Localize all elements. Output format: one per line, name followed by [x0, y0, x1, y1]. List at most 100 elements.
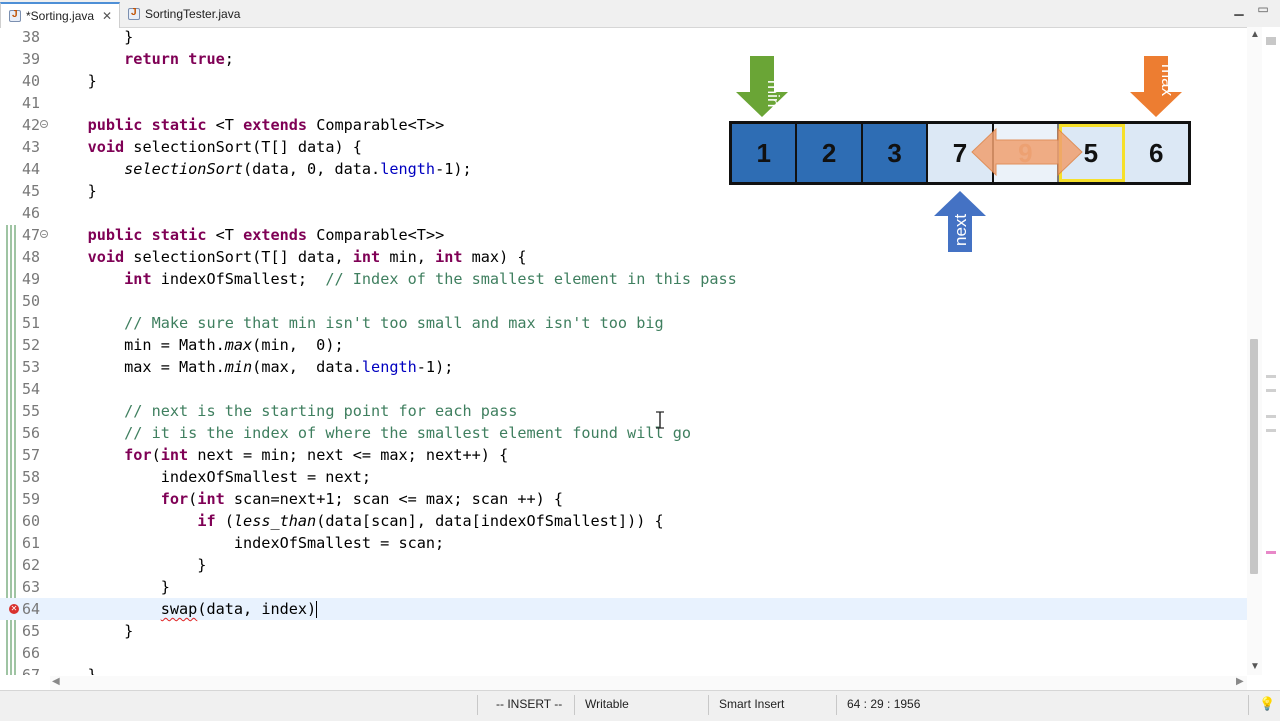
error-marker-icon[interactable]: ✕: [9, 604, 19, 614]
array-cell: 7: [928, 124, 994, 182]
code-line[interactable]: 50: [0, 290, 1262, 312]
tab-label: SortingTester.java: [145, 7, 241, 21]
line-number: 65: [21, 622, 40, 640]
scroll-down-icon[interactable]: ▼: [1250, 661, 1260, 672]
line-number: 38: [21, 28, 40, 46]
maximize-icon[interactable]: ▭: [1256, 3, 1270, 16]
code-text: // next is the starting point for each p…: [124, 402, 518, 420]
code-text: // Make sure that min isn't too small an…: [124, 314, 664, 332]
line-number: 56: [21, 424, 40, 442]
code-text: min = Math.max(min, 0);: [51, 336, 344, 354]
code-line[interactable]: 49 int indexOfSmallest; // Index of the …: [0, 268, 1262, 290]
line-number: 50: [21, 292, 40, 310]
code-line[interactable]: 61 indexOfSmallest = scan;: [0, 532, 1262, 554]
code-line[interactable]: 53 max = Math.min(max, data.length-1);: [0, 356, 1262, 378]
overview-mark: [1266, 551, 1276, 554]
minimize-icon[interactable]: ▁: [1232, 3, 1246, 16]
array-cell: 9: [993, 124, 1060, 182]
line-number: 40: [21, 72, 40, 90]
scroll-right-icon[interactable]: ▶: [1236, 676, 1244, 687]
tab-sortingtester-java[interactable]: SortingTester.java: [120, 2, 250, 26]
code-text: if (less_than(data[scan], data[indexOfSm…: [197, 512, 664, 530]
close-icon[interactable]: ✕: [102, 9, 112, 23]
code-line[interactable]: 67 }: [0, 664, 1262, 675]
code-line[interactable]: 62 }: [0, 554, 1262, 576]
code-line[interactable]: 54: [0, 378, 1262, 400]
line-number: 45: [21, 182, 40, 200]
code-text: }: [51, 622, 134, 640]
line-number: 66: [21, 644, 40, 662]
lightbulb-icon[interactable]: 💡: [1259, 696, 1275, 712]
code-line[interactable]: 52 min = Math.max(min, 0);: [0, 334, 1262, 356]
code-line[interactable]: 65 }: [0, 620, 1262, 642]
code-line[interactable]: 64 ✕ swap(data, index): [0, 598, 1262, 620]
line-number: 43: [21, 138, 40, 156]
status-insert-mode: Smart Insert: [719, 697, 785, 711]
code-line[interactable]: 41: [0, 92, 1262, 114]
line-number: 58: [21, 468, 40, 486]
code-line[interactable]: 46: [0, 202, 1262, 224]
overview-mark: [1266, 37, 1276, 45]
code-line[interactable]: 63 }: [0, 576, 1262, 598]
code-line[interactable]: 47− public static <T extends Comparable<…: [0, 224, 1262, 246]
fold-toggle-icon[interactable]: −: [40, 120, 48, 129]
code-text: return true;: [124, 50, 234, 68]
code-text: }: [51, 182, 97, 200]
status-writable: Writable: [585, 697, 629, 711]
scroll-left-icon[interactable]: ◀: [52, 676, 60, 687]
scroll-up-icon[interactable]: ▲: [1250, 29, 1260, 40]
tab-label: *Sorting.java: [26, 9, 95, 23]
code-line[interactable]: 38 }: [0, 27, 1262, 48]
array-cell: 1: [732, 124, 798, 182]
code-text: public static <T extends Comparable<T>>: [87, 116, 445, 134]
code-text: indexOfSmallest = next;: [51, 468, 372, 486]
java-file-icon: [9, 9, 21, 22]
line-number: 44: [21, 160, 40, 178]
overview-mark: [1266, 375, 1276, 378]
line-number: 39: [21, 50, 40, 68]
code-text: max = Math.min(max, data.length-1);: [51, 358, 454, 376]
code-line[interactable]: 39 return true;: [0, 48, 1262, 70]
code-text: for(int next = min; next <= max; next++)…: [124, 446, 509, 464]
line-number: 47: [21, 226, 40, 244]
code-text: selectionSort(data, 0, data.length-1);: [124, 160, 472, 178]
line-number: 59: [21, 490, 40, 508]
line-number: 62: [21, 556, 40, 574]
code-line[interactable]: 51 // Make sure that min isn't too small…: [0, 312, 1262, 334]
code-text: }: [51, 556, 207, 574]
code-text: indexOfSmallest = scan;: [51, 534, 445, 552]
status-mode: -- INSERT --: [496, 697, 563, 711]
vertical-scrollbar[interactable]: ▲ ▼: [1247, 27, 1262, 675]
scrollbar-thumb[interactable]: [1250, 339, 1258, 574]
code-line[interactable]: 66: [0, 642, 1262, 664]
overview-mark: [1266, 429, 1276, 432]
line-number: 55: [21, 402, 40, 420]
editor-tab-bar: *Sorting.java ✕ SortingTester.java ▁ ▭: [0, 0, 1280, 28]
code-text: }: [51, 666, 97, 675]
array-diagram: 1237956: [729, 121, 1191, 185]
code-line[interactable]: 48 void selectionSort(T[] data, int min,…: [0, 246, 1262, 268]
code-line[interactable]: 40 }: [0, 70, 1262, 92]
line-number: 67: [21, 666, 40, 675]
status-bar: -- INSERT -- Writable Smart Insert 64 : …: [0, 690, 1280, 721]
overview-mark: [1266, 415, 1276, 418]
line-number: 61: [21, 534, 40, 552]
code-line[interactable]: 55 // next is the starting point for eac…: [0, 400, 1262, 422]
text-caret: [316, 601, 318, 618]
code-text: }: [51, 72, 97, 90]
code-line[interactable]: 60 if (less_than(data[scan], data[indexO…: [0, 510, 1262, 532]
line-number: 49: [21, 270, 40, 288]
code-line[interactable]: 58 indexOfSmallest = next;: [0, 466, 1262, 488]
fold-toggle-icon[interactable]: −: [40, 230, 48, 239]
line-number: 48: [21, 248, 40, 266]
line-number: 53: [21, 358, 40, 376]
code-line[interactable]: 56 // it is the index of where the small…: [0, 422, 1262, 444]
horizontal-scrollbar[interactable]: ◀ ▶: [50, 676, 1247, 690]
code-line[interactable]: 59 for(int scan=next+1; scan <= max; sca…: [0, 488, 1262, 510]
line-number: 42: [21, 116, 40, 134]
overview-ruler[interactable]: [1262, 27, 1280, 675]
code-line[interactable]: 57 for(int next = min; next <= max; next…: [0, 444, 1262, 466]
array-cell: 2: [797, 124, 863, 182]
code-text: }: [51, 28, 134, 46]
tab-sorting-java[interactable]: *Sorting.java ✕: [0, 2, 120, 28]
